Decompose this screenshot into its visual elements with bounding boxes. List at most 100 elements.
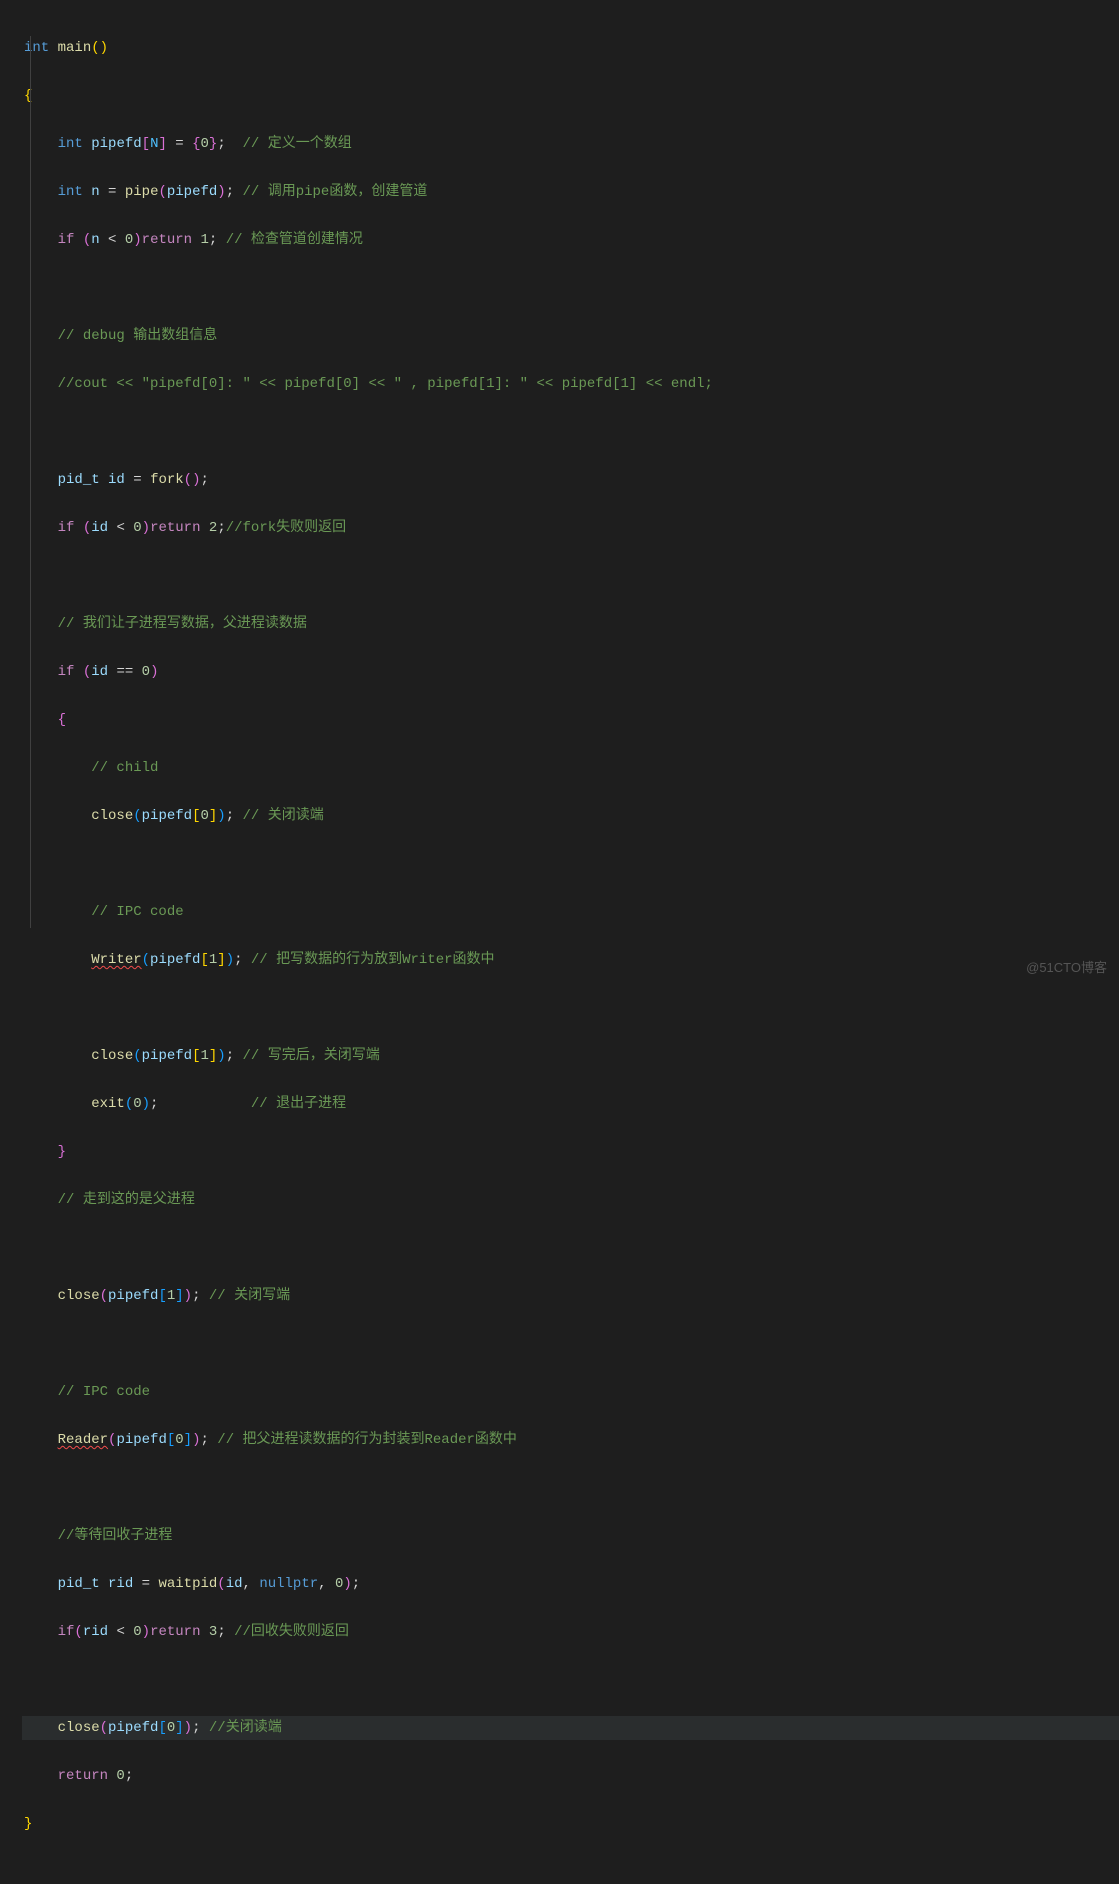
bracket: [ <box>192 1048 200 1064</box>
comment: // debug 输出数组信息 <box>58 328 218 344</box>
identifier: rid <box>108 1576 133 1592</box>
code-area[interactable]: int main() { int pipefd[N] = {0}; // 定义一… <box>22 0 1119 988</box>
identifier: n <box>91 184 99 200</box>
code-editor[interactable]: int main() { int pipefd[N] = {0}; // 定义一… <box>0 0 1119 988</box>
number: 1 <box>192 232 209 248</box>
code-line[interactable]: // debug 输出数组信息 <box>22 324 1119 348</box>
code-line[interactable] <box>22 1332 1119 1356</box>
code-line[interactable]: return 0; <box>22 1764 1119 1788</box>
code-line[interactable]: exit(0); // 退出子进程 <box>22 1092 1119 1116</box>
function-call: pipe <box>125 184 159 200</box>
number: 2 <box>201 520 218 536</box>
semicolon: ; <box>150 1096 158 1112</box>
keyword-type: int <box>58 184 83 200</box>
code-line[interactable] <box>22 276 1119 300</box>
paren: ) <box>133 232 141 248</box>
paren: ( <box>158 184 166 200</box>
code-line[interactable]: //等待回收子进程 <box>22 1524 1119 1548</box>
number: 0 <box>200 808 208 824</box>
semicolon: ; <box>125 1768 133 1784</box>
code-line[interactable] <box>22 1476 1119 1500</box>
semicolon: ; <box>200 1432 208 1448</box>
code-line[interactable] <box>22 852 1119 876</box>
paren: ( <box>100 1720 108 1736</box>
code-line[interactable]: pid_t id = fork(); <box>22 468 1119 492</box>
code-line[interactable]: close(pipefd[0]); // 关闭读端 <box>22 804 1119 828</box>
paren: ) <box>184 1288 192 1304</box>
code-line[interactable]: Reader(pipefd[0]); // 把父进程读数据的行为封装到Reade… <box>22 1428 1119 1452</box>
code-line[interactable] <box>22 564 1119 588</box>
code-line[interactable] <box>22 1668 1119 1692</box>
operator: < <box>108 520 133 536</box>
identifier: pipefd <box>108 1720 158 1736</box>
operator: = <box>100 184 125 200</box>
code-line-highlighted[interactable]: close(pipefd[0]); //关闭读端 <box>22 1716 1119 1740</box>
code-line[interactable]: int main() <box>22 36 1119 60</box>
bracket: ] <box>209 1048 217 1064</box>
code-line[interactable]: { <box>22 708 1119 732</box>
semicolon: ; <box>217 136 225 152</box>
code-line[interactable] <box>22 420 1119 444</box>
code-line[interactable]: } <box>22 1812 1119 1836</box>
operator: = <box>133 1576 158 1592</box>
code-line[interactable]: // IPC code <box>22 1380 1119 1404</box>
comment: //cout << "pipefd[0]: " << pipefd[0] << … <box>58 376 713 392</box>
paren: ( <box>133 808 141 824</box>
function-call-error: Reader <box>58 1432 108 1448</box>
keyword-control: if <box>58 520 75 536</box>
code-line[interactable]: if(rid < 0)return 3; //回收失败则返回 <box>22 1620 1119 1644</box>
semicolon: ; <box>352 1576 360 1592</box>
code-line[interactable]: int pipefd[N] = {0}; // 定义一个数组 <box>22 132 1119 156</box>
code-line[interactable]: { <box>22 84 1119 108</box>
paren: ) <box>150 664 158 680</box>
comment: // 定义一个数组 <box>226 136 352 152</box>
code-line[interactable]: //cout << "pipefd[0]: " << pipefd[0] << … <box>22 372 1119 396</box>
keyword-return: return <box>150 1624 200 1640</box>
number: 0 <box>142 664 150 680</box>
code-line[interactable] <box>22 1236 1119 1260</box>
number: 0 <box>133 1096 141 1112</box>
code-line[interactable]: // 我们让子进程写数据，父进程读数据 <box>22 612 1119 636</box>
identifier: pipefd <box>142 1048 192 1064</box>
code-line[interactable]: // 走到这的是父进程 <box>22 1188 1119 1212</box>
bracket: ] <box>217 952 225 968</box>
comment: //fork失败则返回 <box>226 520 346 536</box>
function-call: close <box>91 1048 133 1064</box>
comment: // 退出子进程 <box>158 1096 346 1112</box>
paren: ( <box>217 1576 225 1592</box>
semicolon: ; <box>226 184 234 200</box>
identifier: pipefd <box>116 1432 166 1448</box>
paren: ) <box>217 184 225 200</box>
paren: ( <box>125 1096 133 1112</box>
paren: ) <box>217 808 225 824</box>
operator: = <box>125 472 150 488</box>
comment: // IPC code <box>91 904 183 920</box>
code-line[interactable]: if (n < 0)return 1; // 检查管道创建情况 <box>22 228 1119 252</box>
code-line[interactable]: close(pipefd[1]); // 关闭写端 <box>22 1284 1119 1308</box>
code-line[interactable]: Writer(pipefd[1]); // 把写数据的行为放到Writer函数中 <box>22 948 1119 972</box>
operator: == <box>108 664 142 680</box>
number: 1 <box>167 1288 175 1304</box>
code-line[interactable]: if (id == 0) <box>22 660 1119 684</box>
code-line[interactable]: // child <box>22 756 1119 780</box>
identifier: id <box>108 472 125 488</box>
bracket: [ <box>200 952 208 968</box>
code-line[interactable]: pid_t rid = waitpid(id, nullptr, 0); <box>22 1572 1119 1596</box>
semicolon: ; <box>234 952 242 968</box>
bracket: [ <box>158 1288 166 1304</box>
code-line[interactable]: close(pipefd[1]); // 写完后，关闭写端 <box>22 1044 1119 1068</box>
code-line[interactable] <box>22 996 1119 1020</box>
keyword-type: int <box>24 40 49 56</box>
comment: // child <box>91 760 158 776</box>
paren: ) <box>184 1720 192 1736</box>
identifier: pipefd <box>150 952 200 968</box>
code-line[interactable]: int n = pipe(pipefd); // 调用pipe函数，创建管道 <box>22 180 1119 204</box>
code-line[interactable]: } <box>22 1140 1119 1164</box>
paren: ) <box>192 1432 200 1448</box>
keyword-type: int <box>58 136 83 152</box>
code-line[interactable]: // IPC code <box>22 900 1119 924</box>
comment: // 写完后，关闭写端 <box>234 1048 380 1064</box>
gutter <box>0 0 22 988</box>
function-call: exit <box>91 1096 125 1112</box>
code-line[interactable]: if (id < 0)return 2;//fork失败则返回 <box>22 516 1119 540</box>
